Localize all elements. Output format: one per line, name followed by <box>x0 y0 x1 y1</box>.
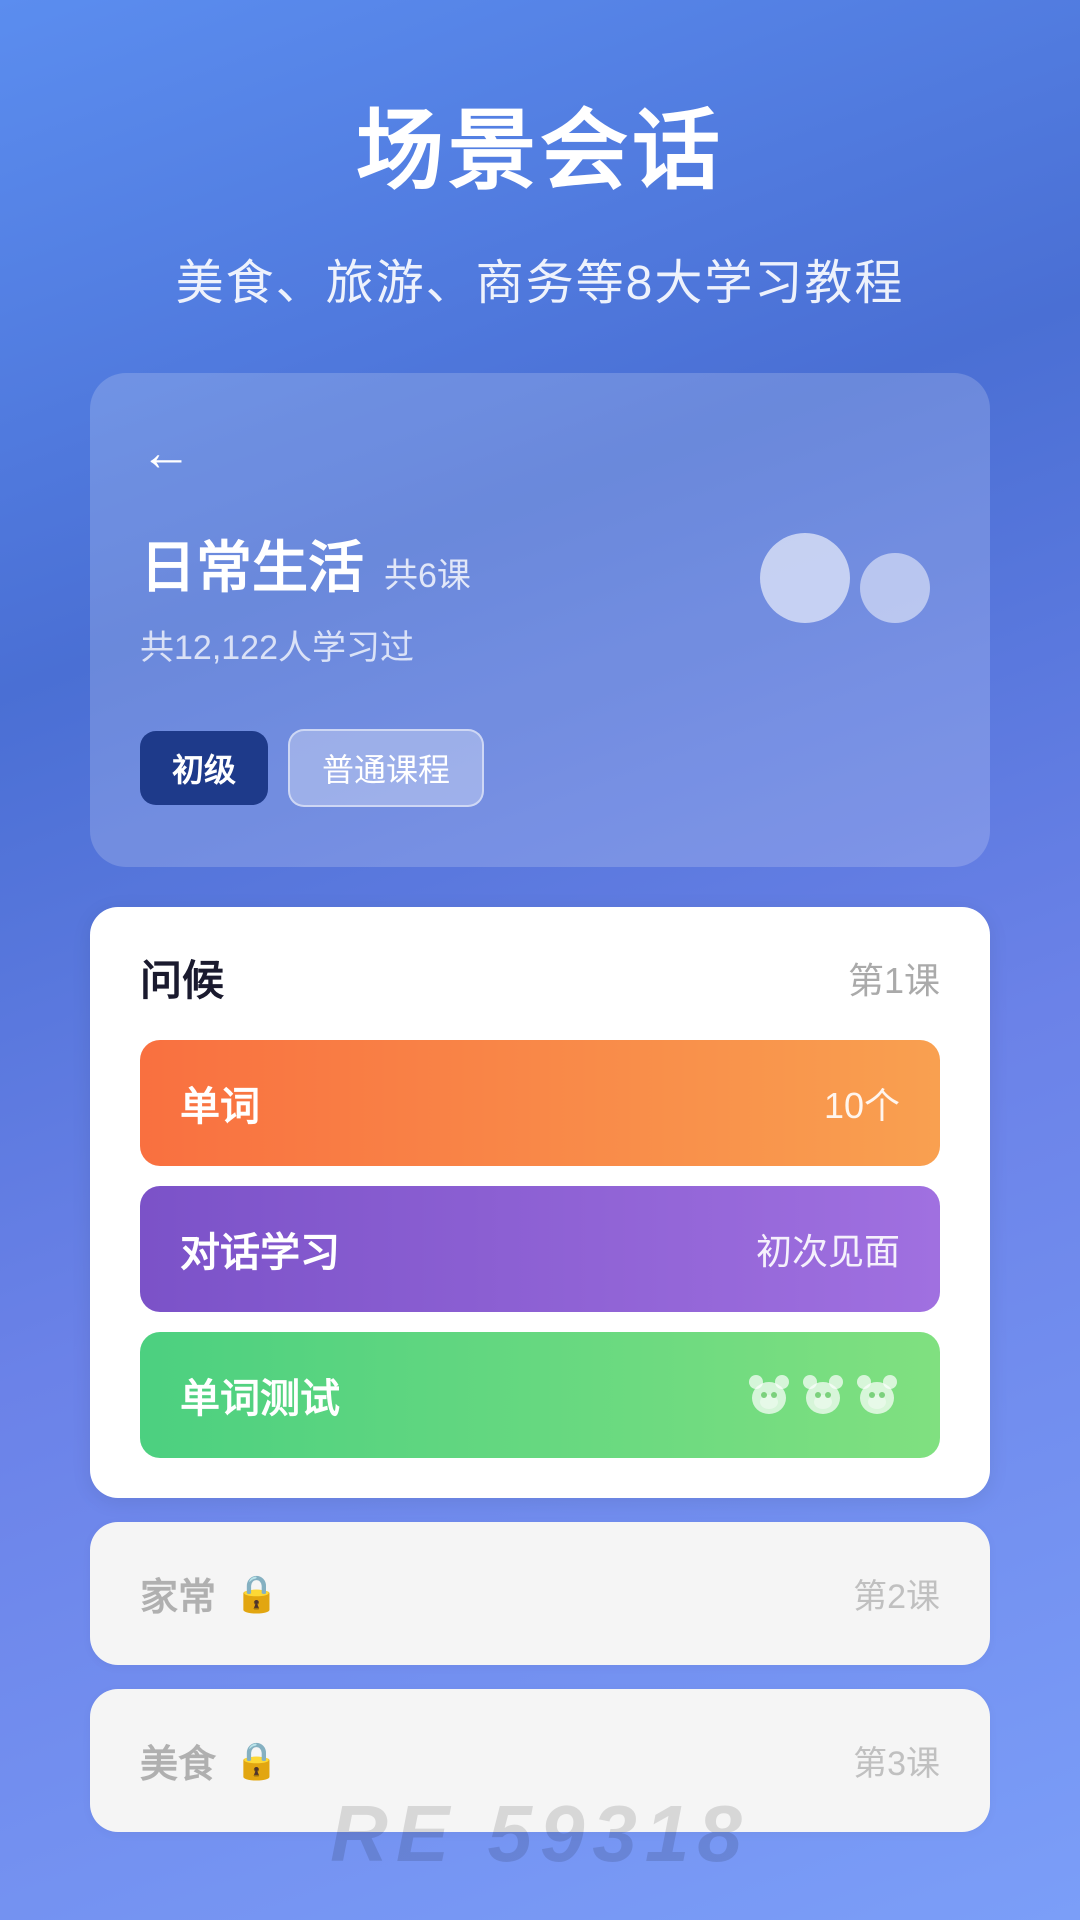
lesson-card-3: 美食 🔒 第3课 <box>90 1689 990 1832</box>
vocab-button[interactable]: 单词 10个 <box>140 1040 940 1166</box>
course-students: 共12,122人学习过 <box>140 620 940 669</box>
lesson-card-2: 家常 🔒 第2课 <box>90 1522 990 1665</box>
lesson-3-name: 美食 <box>140 1733 216 1788</box>
dialog-label: 对话学习 <box>180 1220 340 1278</box>
dialog-value: 初次见面 <box>756 1223 900 1275</box>
main-title: 场景会话 <box>60 80 1020 207</box>
lesson-1-number: 第1课 <box>848 952 940 1004</box>
lesson-2-number: 第2课 <box>853 1569 940 1618</box>
tag-beginner[interactable]: 初级 <box>140 731 268 805</box>
header-section: 场景会话 美食、旅游、商务等8大学习教程 <box>0 0 1080 353</box>
bear-icon-1 <box>746 1372 792 1418</box>
subtitle: 美食、旅游、商务等8大学习教程 <box>60 243 1020 313</box>
lesson-1-header: 问候 第1课 <box>140 947 940 1008</box>
bear-icon-2 <box>800 1372 846 1418</box>
lock-icon-2: 🔒 <box>234 1573 279 1615</box>
test-label: 单词测试 <box>180 1366 340 1424</box>
page-container: 场景会话 美食、旅游、商务等8大学习教程 ← 日常生活 共6课 共12,122人… <box>0 0 1080 1920</box>
course-title: 日常生活 <box>140 523 364 604</box>
lesson-card-1: 问候 第1课 单词 10个 对话学习 初次见面 单词测试 <box>90 907 990 1498</box>
dialog-button[interactable]: 对话学习 初次见面 <box>140 1186 940 1312</box>
tags-row: 初级 普通课程 <box>140 729 940 807</box>
circle-decoration-2 <box>860 553 930 623</box>
tag-normal-course[interactable]: 普通课程 <box>288 729 484 807</box>
bear-icons <box>746 1372 900 1418</box>
back-button[interactable]: ← <box>140 423 192 483</box>
course-count: 共6课 <box>384 548 471 597</box>
lesson-2-name: 家常 <box>140 1566 216 1621</box>
vocab-count: 10个 <box>824 1077 900 1129</box>
test-button[interactable]: 单词测试 <box>140 1332 940 1458</box>
decoration-circles <box>760 533 930 623</box>
lesson-3-number: 第3课 <box>853 1736 940 1785</box>
lesson-1-name: 问候 <box>140 947 224 1008</box>
circle-decoration-1 <box>760 533 850 623</box>
vocab-label: 单词 <box>180 1074 260 1132</box>
lesson-3-info: 美食 🔒 <box>140 1733 279 1788</box>
lesson-2-info: 家常 🔒 <box>140 1566 279 1621</box>
content-list: 问候 第1课 单词 10个 对话学习 初次见面 单词测试 <box>90 907 990 1892</box>
bear-icon-3 <box>854 1372 900 1418</box>
lock-icon-3: 🔒 <box>234 1740 279 1782</box>
course-card-panel: ← 日常生活 共6课 共12,122人学习过 初级 普通课程 <box>90 373 990 867</box>
